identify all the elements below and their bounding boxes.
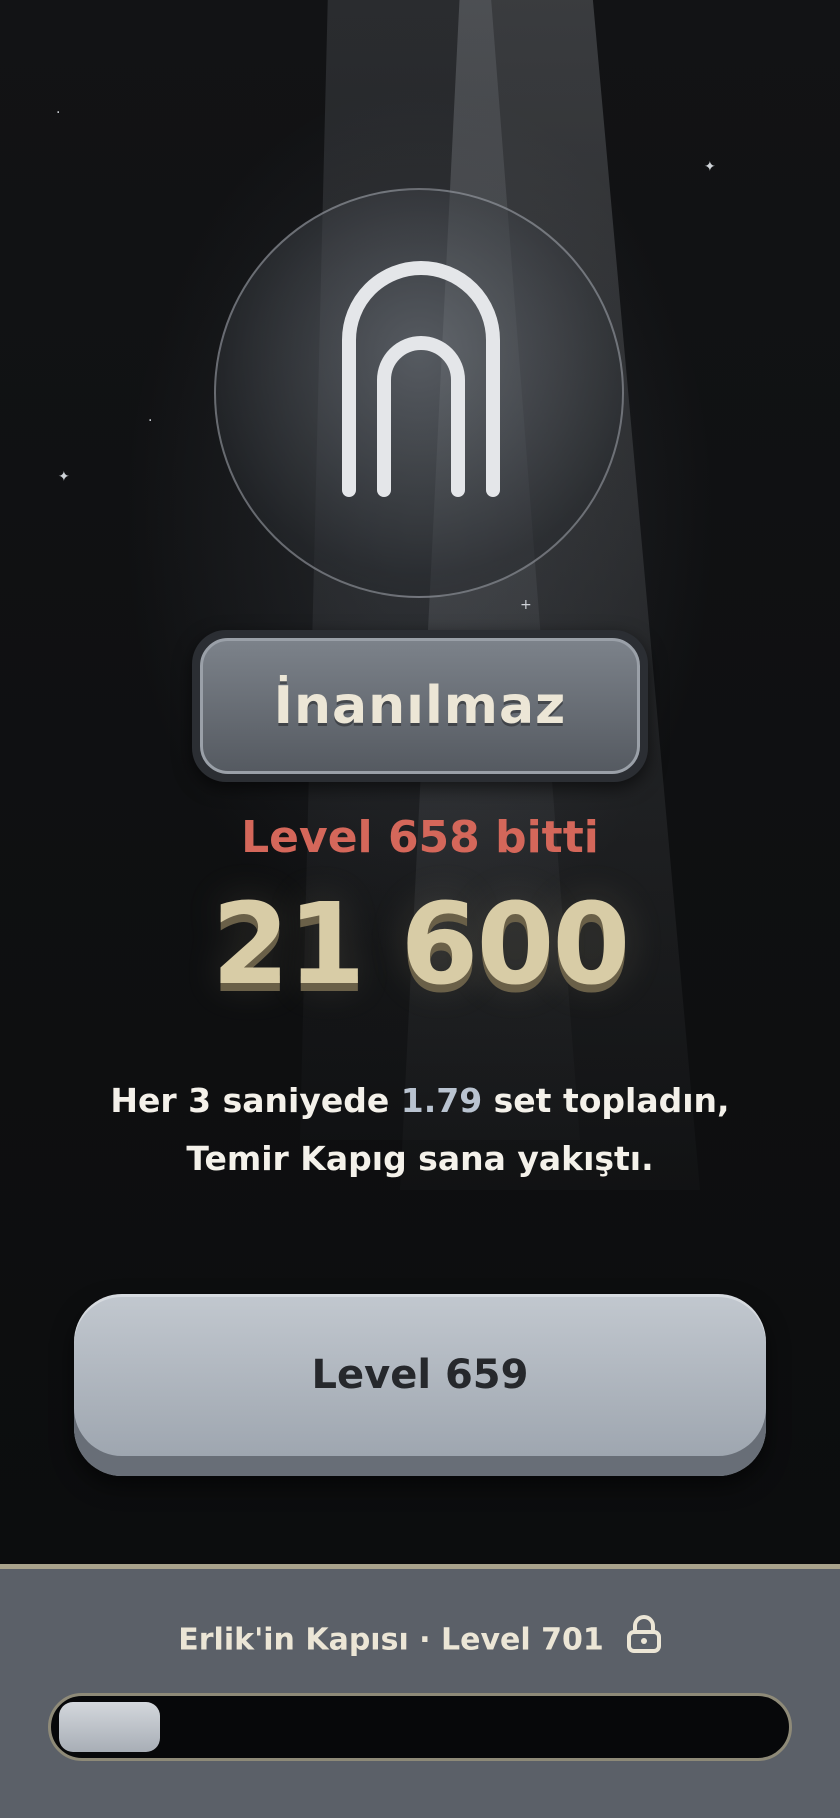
rank-label: İnanılmaz — [200, 638, 640, 774]
score-value: 21 600 — [211, 880, 631, 1010]
next-gate-label: Erlik'in Kapısı · Level 701 — [178, 1622, 604, 1658]
progress-panel-title: Erlik'in Kapısı · Level 701 — [0, 1614, 840, 1665]
sparkle-icon: ✦ — [704, 159, 716, 175]
message-line-1: Her 3 saniyede 1.79 set topladın, — [0, 1072, 840, 1130]
message-line-2: Temir Kapıg sana yakıştı. — [186, 1139, 654, 1178]
progress-bar-fill — [59, 1702, 160, 1752]
sets-per-second-value: 1.79 — [400, 1081, 483, 1120]
next-level-button[interactable]: Level 659 — [74, 1294, 766, 1476]
sparkle-icon: · — [148, 413, 153, 429]
sparkle-icon: + — [520, 597, 532, 613]
rank-emblem — [214, 188, 624, 598]
result-message: Her 3 saniyede 1.79 set topladın, Temir … — [0, 1072, 840, 1188]
sparkle-icon: · — [56, 105, 61, 121]
message-suffix: set topladın, — [482, 1081, 730, 1120]
rank-badge: İnanılmaz — [192, 630, 648, 782]
arch-icon — [342, 261, 500, 497]
progress-panel: Erlik'in Kapısı · Level 701 — [0, 1564, 840, 1818]
sparkle-icon: ✦ — [58, 469, 70, 485]
progress-bar — [48, 1693, 792, 1761]
level-complete-text: Level 658 bitti — [241, 812, 599, 863]
message-prefix: Her 3 saniyede — [110, 1081, 401, 1120]
lock-icon — [626, 1614, 662, 1662]
